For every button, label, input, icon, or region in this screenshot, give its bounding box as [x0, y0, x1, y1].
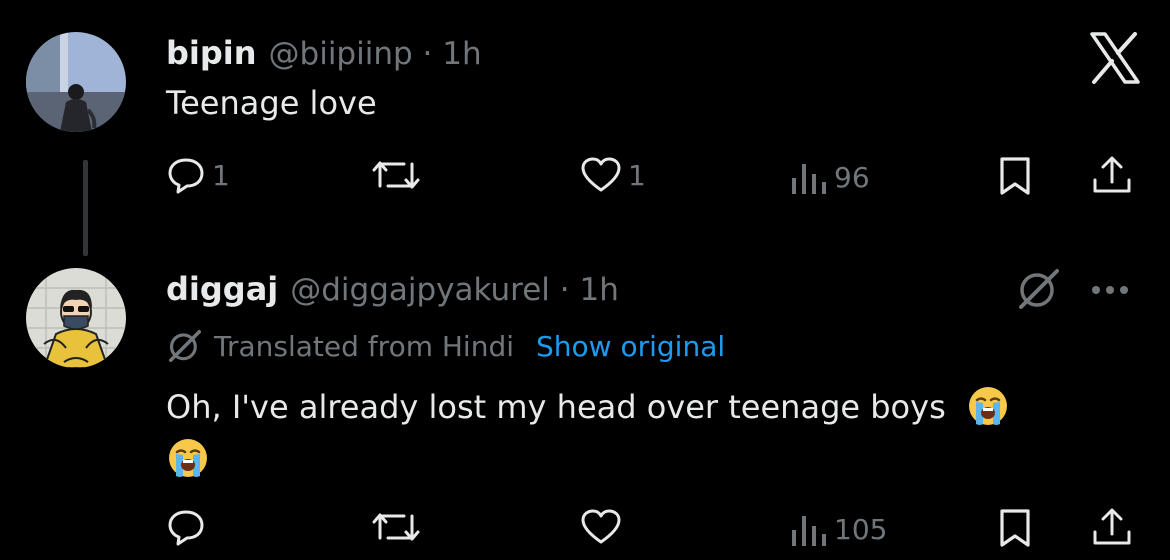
display-name[interactable]: diggaj — [166, 270, 278, 308]
avatar-bipin[interactable] — [26, 32, 126, 132]
share-button[interactable] — [1090, 506, 1134, 548]
bookmark-button[interactable] — [998, 508, 1032, 548]
views-chart-icon — [792, 516, 826, 546]
more-dot-icon — [1106, 286, 1114, 294]
translation-row: Translated from Hindi Show original — [166, 327, 725, 365]
reply-button[interactable]: 1 — [166, 156, 230, 194]
more-dot-icon — [1120, 286, 1128, 294]
thread-connector-line — [83, 160, 88, 256]
more-dot-icon — [1092, 286, 1100, 294]
views-button[interactable]: 96 — [790, 158, 870, 196]
tweet-header: diggaj @diggajpyakurel · 1h — [166, 270, 619, 308]
heart-icon — [581, 157, 621, 192]
bookmark-button[interactable] — [998, 156, 1032, 196]
grok-translate-button[interactable] — [1015, 265, 1063, 317]
reply-button[interactable] — [166, 508, 212, 546]
like-button[interactable]: 1 — [580, 156, 646, 194]
loudly-crying-face-icon — [169, 439, 207, 477]
more-options-button[interactable] — [1092, 286, 1128, 294]
tweet-text-line-2 — [166, 436, 210, 480]
like-button[interactable] — [580, 508, 628, 546]
loudly-crying-face-icon — [968, 387, 1007, 425]
handle-and-time[interactable]: @diggajpyakurel · 1h — [290, 272, 619, 308]
x-logo-icon — [1088, 32, 1142, 88]
bookmark-icon — [1000, 157, 1030, 195]
view-count: 96 — [834, 160, 870, 194]
reply-count: 1 — [212, 158, 230, 192]
tweet-text-content: Oh, I've already lost my head over teena… — [166, 388, 946, 426]
grok-translate-icon — [168, 329, 202, 363]
share-button[interactable] — [1090, 154, 1134, 196]
bookmark-icon — [1000, 509, 1030, 547]
show-original-link[interactable]: Show original — [536, 330, 725, 363]
translated-label: Translated from Hindi — [214, 329, 515, 363]
share-icon — [1093, 508, 1131, 545]
display-name[interactable]: bipin — [166, 34, 257, 72]
avatar-diggaj[interactable] — [26, 268, 126, 368]
tweet-header: bipin @biipiinp · 1h — [166, 34, 482, 72]
handle-and-time[interactable]: @biipiinp · 1h — [269, 36, 482, 72]
reply-icon — [168, 158, 204, 194]
tweet-text: Teenage love — [166, 84, 377, 122]
grok-icon — [1019, 269, 1059, 309]
views-button[interactable]: 105 — [790, 510, 887, 548]
repost-button[interactable] — [370, 156, 428, 194]
share-icon — [1093, 156, 1131, 193]
tweet-text: Oh, I've already lost my head over teena… — [166, 387, 1010, 428]
repost-icon — [372, 513, 420, 541]
repost-button[interactable] — [370, 508, 428, 546]
reply-icon — [168, 510, 204, 546]
like-count: 1 — [628, 158, 646, 192]
view-count: 105 — [834, 512, 888, 546]
views-chart-icon — [792, 164, 826, 194]
heart-icon — [581, 509, 621, 544]
repost-icon — [372, 161, 420, 189]
